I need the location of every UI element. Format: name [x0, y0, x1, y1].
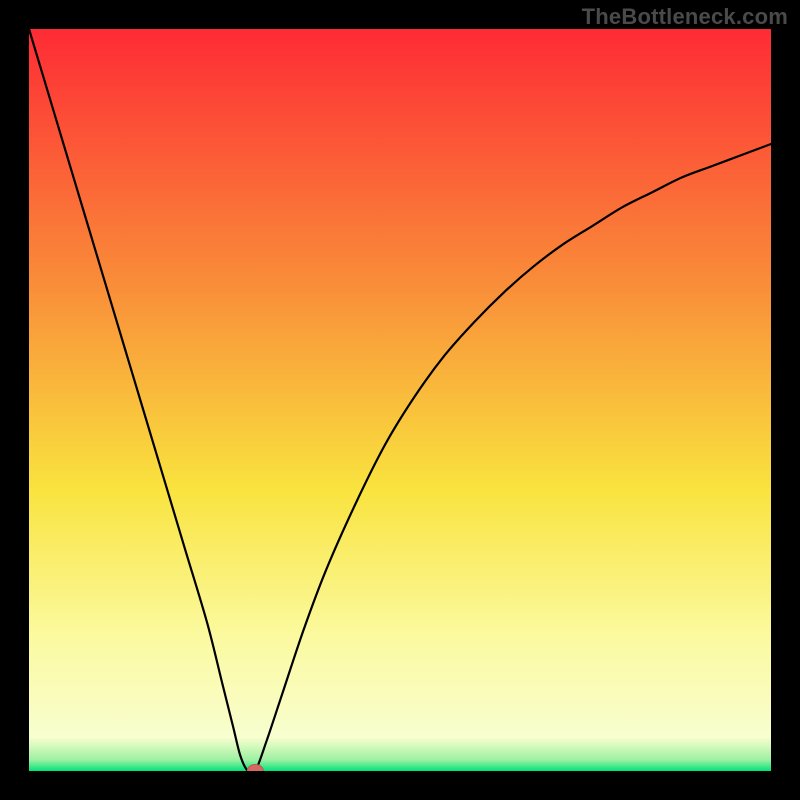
bottleneck-chart — [29, 29, 771, 771]
plot-area — [29, 29, 771, 771]
chart-frame: TheBottleneck.com — [0, 0, 800, 800]
attribution-text: TheBottleneck.com — [582, 4, 788, 30]
